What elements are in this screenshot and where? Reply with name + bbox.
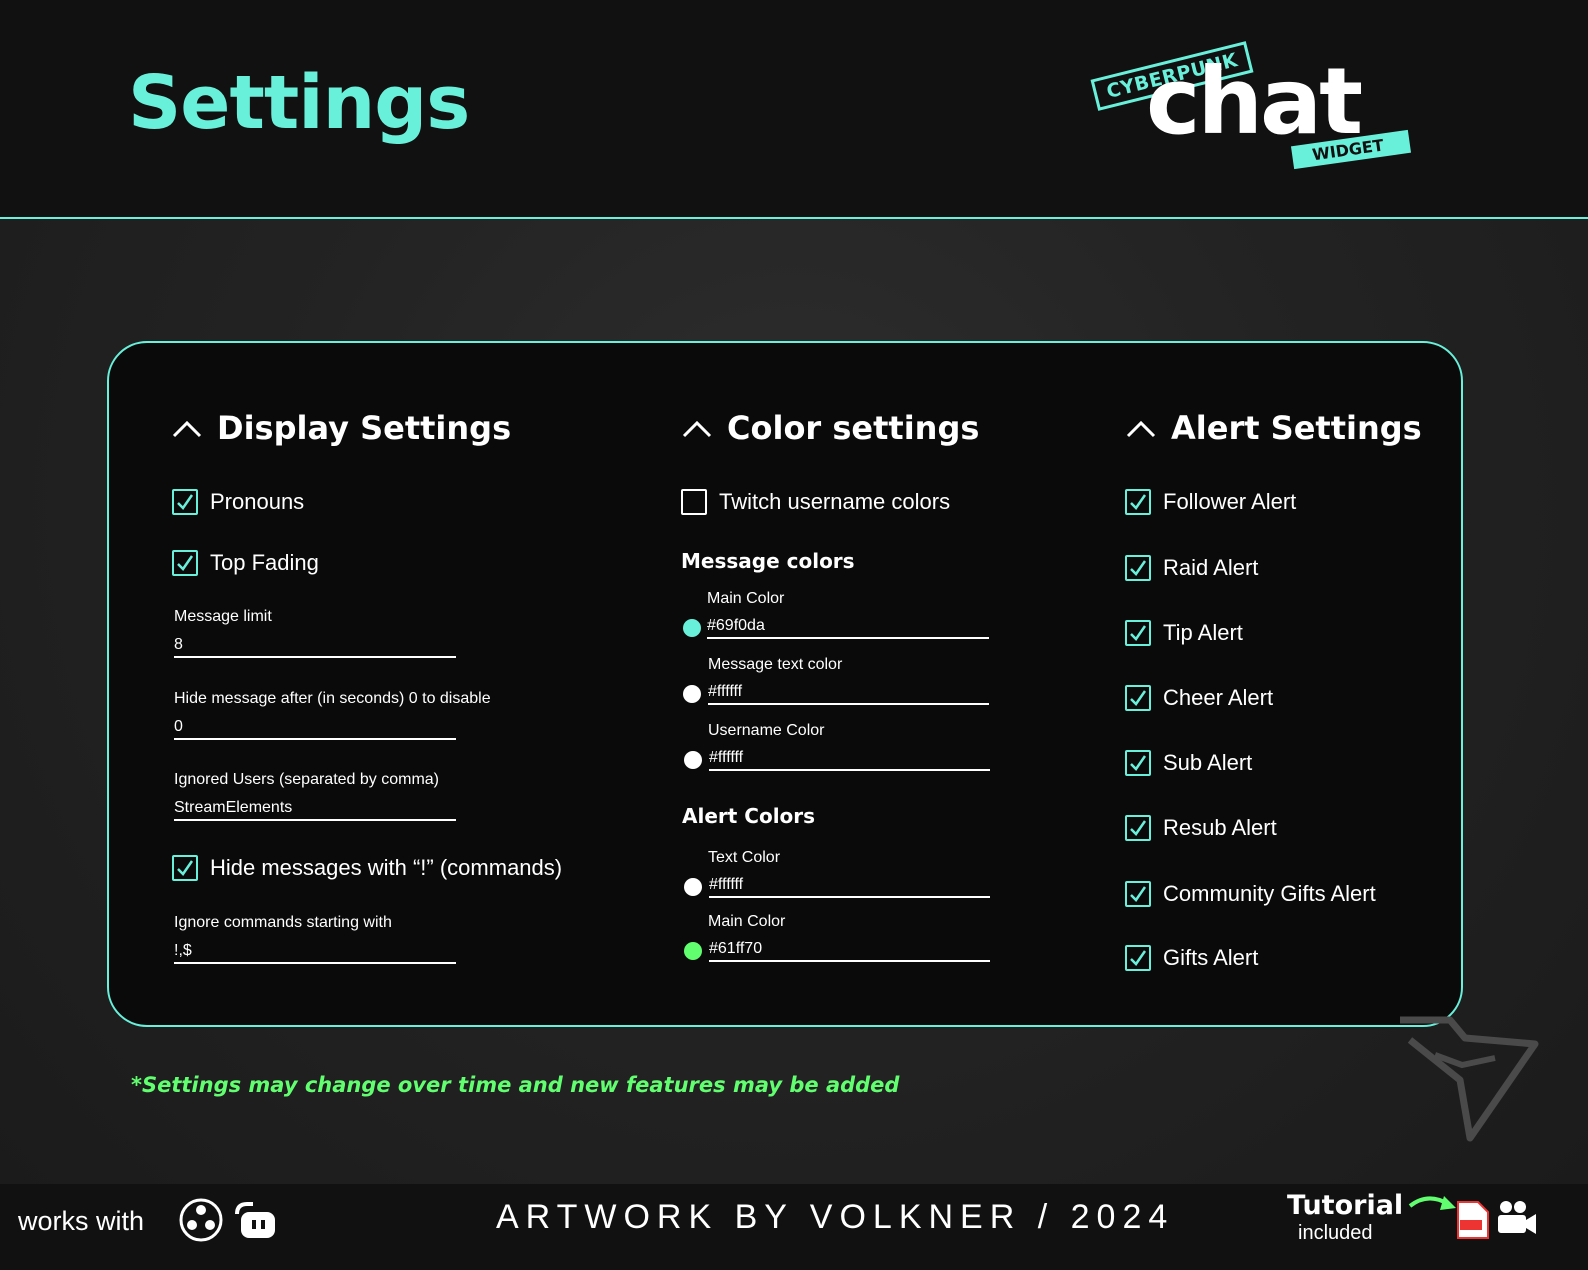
checkmark-icon (1130, 494, 1147, 510)
page-title: Settings (128, 60, 470, 146)
alert-checkbox[interactable] (1125, 555, 1151, 581)
volkner-logo-icon (1400, 1016, 1539, 1142)
checkmark-icon (1130, 755, 1147, 771)
alert-text-color-swatch[interactable] (684, 878, 702, 896)
hide-after-input[interactable]: 0 (174, 718, 456, 740)
pronouns-checkbox[interactable] (172, 489, 198, 515)
checkmark-icon (177, 555, 194, 571)
main-color-swatch[interactable] (683, 619, 701, 637)
alert-option-cheer-alert[interactable]: Cheer Alert (1125, 685, 1273, 711)
main-color-label: Main Color (707, 590, 785, 607)
alert-settings-header[interactable]: Alert Settings (1125, 409, 1422, 447)
checkmark-icon (177, 494, 194, 510)
checkmark-icon (1130, 820, 1147, 836)
twitch-colors-label: Twitch username colors (719, 489, 951, 514)
artwork-credit: ARTWORK BY VOLKNER / 2024 (496, 1198, 1175, 1236)
alert-label: Cheer Alert (1163, 685, 1274, 710)
hide-commands-label: Hide messages with “!” (commands) (210, 855, 563, 880)
ignore-prefix-label: Ignore commands starting with (174, 914, 392, 931)
ignored-users-input[interactable]: StreamElements (174, 799, 456, 821)
display-settings-title: Display Settings (217, 409, 512, 447)
alert-settings-title: Alert Settings (1171, 409, 1422, 447)
hide-after-label: Hide message after (in seconds) 0 to dis… (174, 690, 491, 707)
alert-text-color-label: Text Color (708, 849, 781, 866)
checkmark-icon (1130, 886, 1147, 902)
obs-icon (179, 1198, 223, 1242)
alert-text-color-input[interactable]: #ffffff (709, 876, 990, 898)
checkmark-icon (1130, 690, 1147, 706)
alert-option-sub-alert[interactable]: Sub Alert (1125, 750, 1252, 776)
alert-option-gifts-alert[interactable]: Gifts Alert (1125, 945, 1258, 971)
alert-option-resub-alert[interactable]: Resub Alert (1125, 815, 1277, 841)
message-limit-input[interactable]: 8 (174, 636, 456, 658)
alert-option-raid-alert[interactable]: Raid Alert (1125, 555, 1258, 581)
twitch-colors-checkbox[interactable] (681, 489, 707, 515)
top-fading-label: Top Fading (210, 550, 319, 575)
top-fading-option[interactable]: Top Fading (172, 550, 319, 576)
hide-commands-checkbox[interactable] (172, 855, 198, 881)
tutorial-subtitle: included (1298, 1222, 1373, 1244)
tutorial-title: Tutorial (1287, 1190, 1404, 1221)
logo-word-chat: chat (1146, 48, 1363, 155)
checkmark-icon (1130, 625, 1147, 641)
alert-option-community-gifts-alert[interactable]: Community Gifts Alert (1125, 881, 1376, 907)
alert-label: Gifts Alert (1163, 945, 1259, 970)
message-text-color-label: Message text color (708, 656, 843, 673)
header-bar: Settings CYBERPUNK chat WIDGET (0, 0, 1588, 219)
ignored-users-label: Ignored Users (separated by comma) (174, 771, 439, 788)
alert-label: Raid Alert (1163, 555, 1259, 580)
alert-label: Resub Alert (1163, 815, 1277, 840)
twitch-colors-option[interactable]: Twitch username colors (681, 489, 950, 515)
alert-main-color-label: Main Color (708, 913, 786, 930)
alert-checkbox[interactable] (1125, 881, 1151, 907)
alert-option-follower-alert[interactable]: Follower Alert (1125, 489, 1296, 515)
alert-checkbox[interactable] (1125, 815, 1151, 841)
chevron-up-icon (682, 420, 712, 438)
streamlabs-icon (235, 1202, 275, 1238)
color-settings-header[interactable]: Color settings (681, 409, 979, 447)
alert-label: Follower Alert (1163, 489, 1297, 514)
pronouns-option[interactable]: Pronouns (172, 489, 304, 515)
settings-panel: Display Settings Pronouns Top Fading Mes… (107, 341, 1463, 1027)
chevron-up-icon (1126, 420, 1156, 438)
alert-label: Sub Alert (1163, 750, 1253, 775)
alert-checkbox[interactable] (1125, 750, 1151, 776)
username-color-label: Username Color (708, 722, 825, 739)
alert-main-color-swatch[interactable] (684, 942, 702, 960)
main-color-input[interactable]: #69f0da (707, 617, 989, 639)
top-fading-checkbox[interactable] (172, 550, 198, 576)
footnote: *Settings may change over time and new f… (131, 1073, 900, 1097)
chevron-up-icon (172, 420, 202, 438)
message-text-color-input[interactable]: #ffffff (708, 683, 989, 705)
message-limit-label: Message limit (174, 608, 272, 625)
logo: CYBERPUNK chat WIDGET (1086, 41, 1426, 182)
alert-checkbox[interactable] (1125, 945, 1151, 971)
checkmark-icon (1130, 560, 1147, 576)
ignore-prefix-input[interactable]: !,$ (174, 942, 456, 964)
alert-checkbox[interactable] (1125, 489, 1151, 515)
pdf-icon (1457, 1201, 1489, 1239)
message-text-color-swatch[interactable] (683, 685, 701, 703)
hide-commands-option[interactable]: Hide messages with “!” (commands) (172, 855, 562, 881)
checkmark-icon (177, 860, 194, 876)
checkmark-icon (1130, 950, 1147, 966)
pronouns-label: Pronouns (210, 489, 305, 514)
username-color-input[interactable]: #ffffff (709, 749, 990, 771)
color-settings-title: Color settings (727, 409, 980, 447)
alert-label: Tip Alert (1163, 620, 1243, 645)
alert-checkbox[interactable] (1125, 620, 1151, 646)
alert-label: Community Gifts Alert (1163, 881, 1376, 906)
username-color-swatch[interactable] (684, 751, 702, 769)
display-settings-header[interactable]: Display Settings (171, 409, 511, 447)
footer-bar: works with ARTWORK BY VOLKNER / 2024 Tut… (0, 1184, 1588, 1270)
message-colors-heading: Message colors (681, 549, 855, 573)
arrow-icon (1408, 1196, 1456, 1210)
alert-colors-heading: Alert Colors (682, 804, 816, 828)
alert-checkbox[interactable] (1125, 685, 1151, 711)
alert-main-color-input[interactable]: #61ff70 (709, 940, 990, 962)
alert-option-tip-alert[interactable]: Tip Alert (1125, 620, 1243, 646)
works-with-label: works with (18, 1206, 145, 1236)
video-icon (1498, 1201, 1536, 1234)
